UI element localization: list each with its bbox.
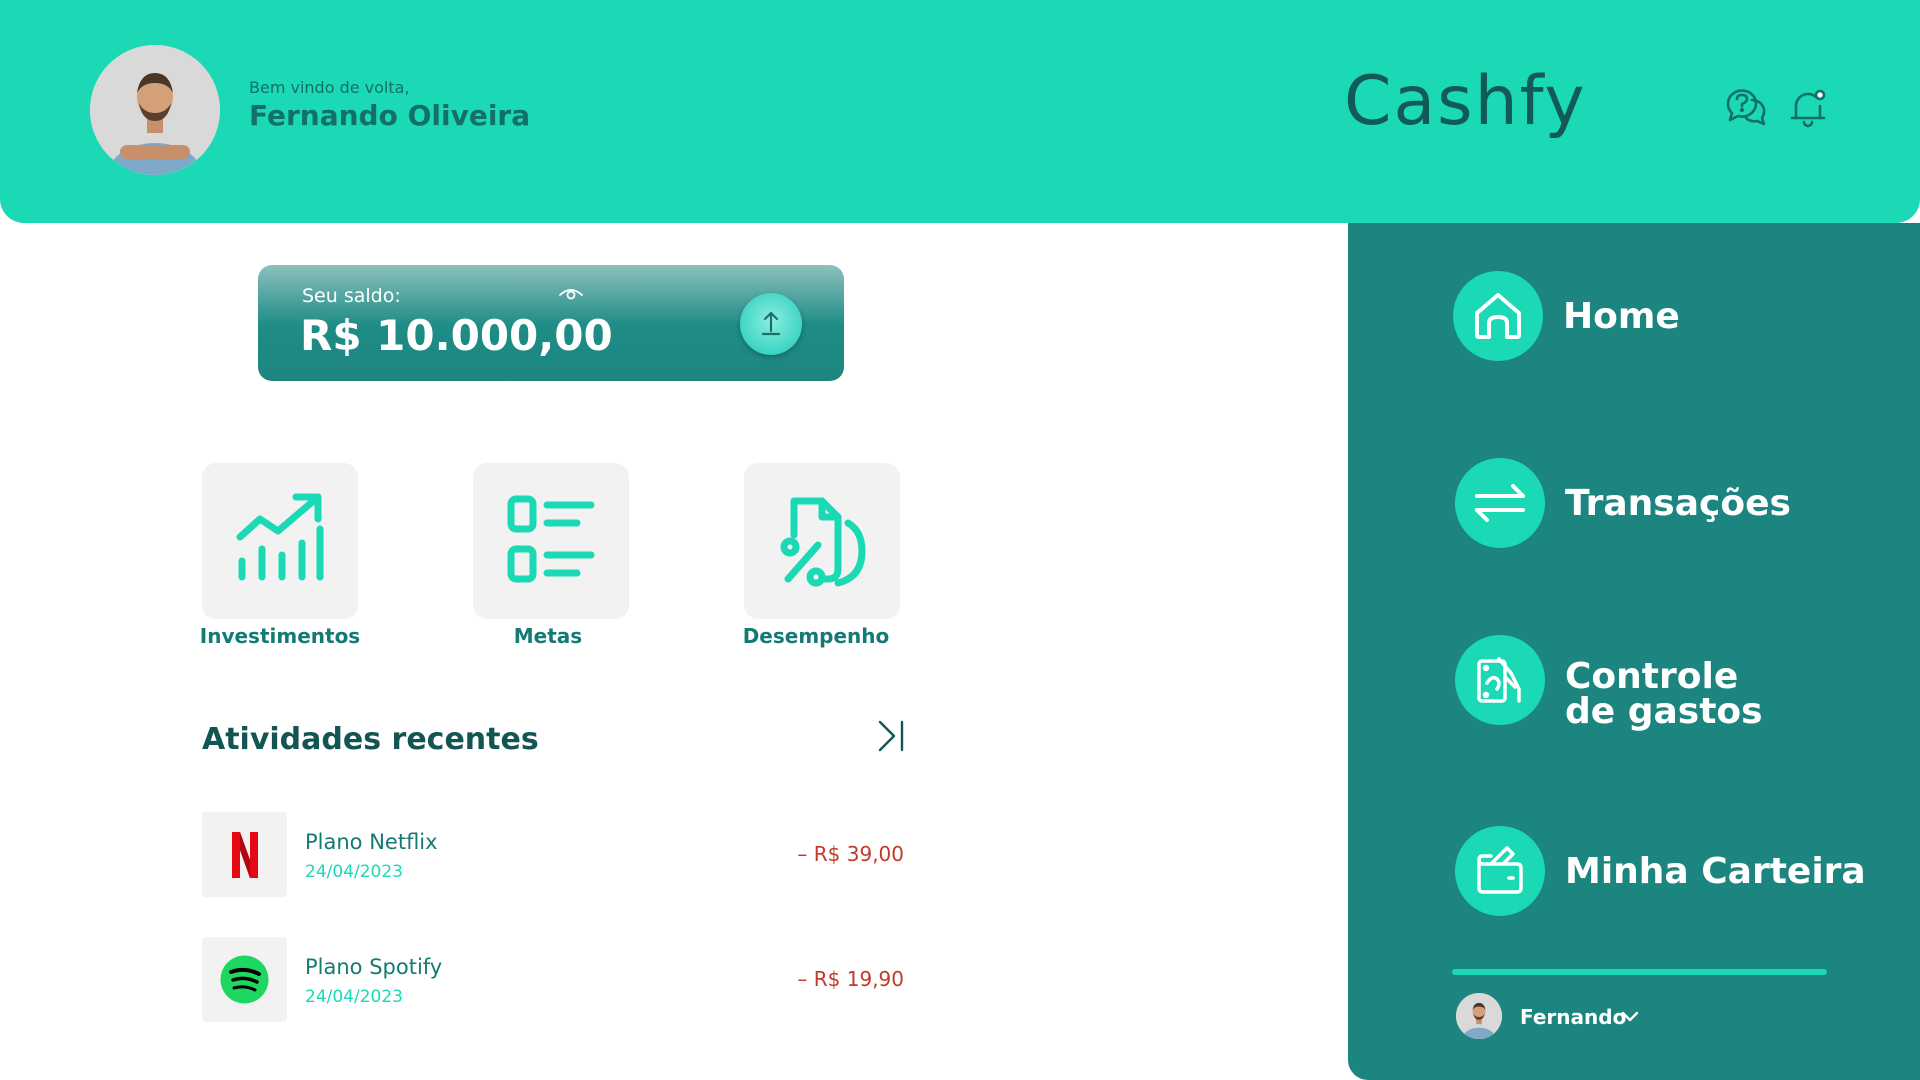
sidebar-item-transacoes[interactable]: Transações	[1455, 458, 1895, 550]
sidebar-item-controle-de-gastos[interactable]: Controle de gastos	[1455, 635, 1895, 732]
shortcut-desempenho[interactable]	[744, 463, 900, 619]
balance-value: R$ 10.000,00	[300, 311, 613, 360]
upload-button[interactable]	[740, 293, 802, 355]
netflix-logo	[202, 812, 287, 897]
sidebar-label-home: Home	[1563, 296, 1680, 337]
eye-icon[interactable]	[558, 285, 584, 301]
activity-name: Plano Netflix	[305, 830, 438, 854]
user-avatar-small[interactable]	[1456, 993, 1502, 1039]
shortcut-label-investimentos: Investimentos	[199, 624, 361, 648]
activity-row[interactable]: Plano Spotify 24/04/2023 – R$ 19,90	[202, 937, 904, 1023]
sidebar-user-name[interactable]: Fernando	[1520, 1005, 1626, 1029]
sidebar-divider	[1452, 969, 1827, 975]
sidebar-label-controle-line2: de gastos	[1565, 691, 1763, 732]
sidebar-label-transacoes: Transações	[1565, 483, 1791, 524]
shortcut-metas[interactable]	[473, 463, 629, 619]
app-root: Bem vindo de volta, Fernando Oliveira Ca…	[0, 0, 1920, 1080]
sidebar-label-controle-line1: Controle	[1565, 656, 1739, 697]
sidebar-nav: Home Transações Controle de gastos Minha…	[1348, 223, 1920, 1080]
shortcut-label-metas: Metas	[513, 624, 583, 648]
percent-document-icon	[780, 497, 866, 587]
wallet-icon	[1455, 826, 1545, 916]
expense-control-icon	[1455, 635, 1545, 725]
transfer-arrows-icon	[1455, 458, 1545, 548]
notification-bell-icon[interactable]	[1784, 84, 1832, 132]
activity-date: 24/04/2023	[305, 987, 403, 1007]
sidebar-item-minha-carteira[interactable]: Minha Carteira	[1455, 826, 1895, 918]
home-icon	[1453, 271, 1543, 361]
greeting-text: Bem vindo de volta,	[249, 78, 410, 97]
upload-arrow-icon	[761, 311, 781, 336]
chart-growth-icon	[236, 493, 324, 581]
top-header: Bem vindo de volta, Fernando Oliveira Ca…	[0, 0, 1920, 223]
activity-name: Plano Spotify	[305, 955, 443, 979]
activity-date: 24/04/2023	[305, 862, 403, 882]
user-avatar[interactable]	[90, 45, 220, 175]
skip-forward-icon[interactable]	[876, 718, 906, 754]
help-chat-icon[interactable]	[1722, 84, 1770, 132]
checklist-icon	[507, 495, 595, 583]
shortcut-label-desempenho: Desempenho	[742, 624, 890, 648]
sidebar-item-home[interactable]: Home	[1453, 271, 1893, 363]
user-name-heading: Fernando Oliveira	[249, 99, 531, 132]
sidebar-label-minha-carteira: Minha Carteira	[1565, 851, 1866, 892]
spotify-logo	[202, 937, 287, 1022]
shortcut-investimentos[interactable]	[202, 463, 358, 619]
balance-card: Seu saldo: R$ 10.000,00	[258, 265, 844, 381]
activity-amount: – R$ 19,90	[797, 967, 904, 991]
brand-logo-text: Cashfy	[1344, 62, 1587, 141]
chevron-down-icon[interactable]	[1620, 1009, 1640, 1023]
activity-amount: – R$ 39,00	[797, 842, 904, 866]
recent-activities-title: Atividades recentes	[202, 722, 539, 757]
activity-row[interactable]: Plano Netflix 24/04/2023 – R$ 39,00	[202, 812, 904, 898]
balance-label: Seu saldo:	[302, 285, 401, 307]
